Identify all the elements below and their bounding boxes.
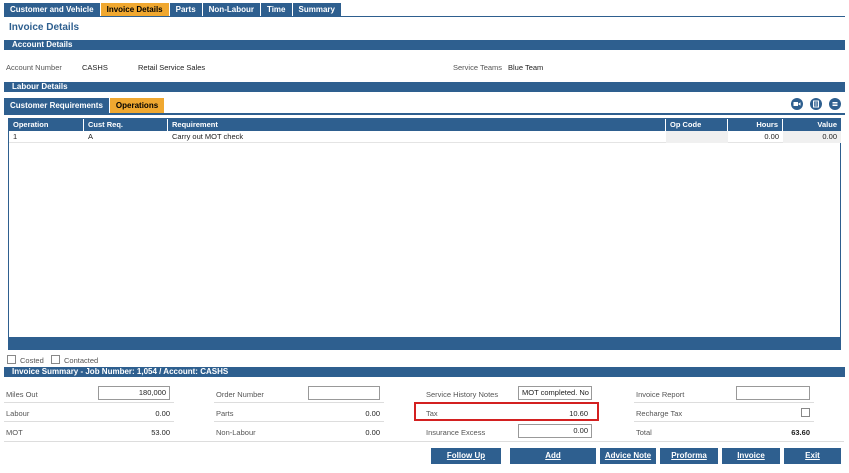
labour-label: Labour bbox=[6, 409, 30, 418]
non-labour-label: Non-Labour bbox=[216, 428, 256, 437]
table-row[interactable]: 1 A Carry out MOT check 0.00 0.00 bbox=[9, 131, 841, 143]
advice-note-button[interactable]: Advice Note bbox=[600, 448, 656, 464]
col-op-code[interactable]: Op Code bbox=[666, 119, 728, 131]
invoice-report-field[interactable] bbox=[736, 386, 810, 400]
labour-details-header: Labour Details bbox=[4, 82, 845, 92]
tab-underline bbox=[4, 16, 845, 17]
tax-highlight-box bbox=[414, 402, 599, 421]
cell-op-code bbox=[666, 131, 728, 143]
tab-operations[interactable]: Operations bbox=[109, 98, 166, 113]
labour-value: 0.00 bbox=[155, 409, 170, 418]
service-history-field[interactable]: MOT completed. No bbox=[518, 386, 592, 400]
cell-value: 0.00 bbox=[783, 131, 841, 143]
mot-label: MOT bbox=[6, 428, 23, 437]
row-divider bbox=[214, 421, 384, 422]
row-divider bbox=[634, 402, 814, 403]
col-operation[interactable]: Operation bbox=[9, 119, 84, 131]
tab-customer-and-vehicle[interactable]: Customer and Vehicle bbox=[4, 3, 101, 16]
tab-summary[interactable]: Summary bbox=[292, 3, 342, 16]
account-name-value: Retail Service Sales bbox=[138, 63, 206, 72]
total-label: Total bbox=[636, 428, 652, 437]
non-labour-value: 0.00 bbox=[365, 428, 380, 437]
mot-value: 53.00 bbox=[151, 428, 170, 437]
tab-parts[interactable]: Parts bbox=[169, 3, 203, 16]
tab-time[interactable]: Time bbox=[260, 3, 293, 16]
row-divider bbox=[634, 421, 814, 422]
operations-grid: Operation Cust Req. Requirement Op Code … bbox=[8, 118, 841, 350]
service-teams-label: Service Teams bbox=[453, 63, 503, 72]
total-value: 63.60 bbox=[791, 428, 810, 437]
order-number-field[interactable] bbox=[308, 386, 380, 400]
cell-operation: 1 bbox=[13, 132, 18, 141]
list-icon[interactable] bbox=[829, 98, 841, 110]
grid-header: Operation Cust Req. Requirement Op Code … bbox=[9, 119, 840, 131]
page-title: Invoice Details bbox=[9, 22, 80, 33]
parts-label: Parts bbox=[216, 409, 234, 418]
recharge-tax-checkbox[interactable] bbox=[801, 408, 810, 417]
tab-customer-requirements[interactable]: Customer Requirements bbox=[4, 98, 110, 113]
row-divider bbox=[4, 402, 174, 403]
miles-out-field[interactable]: 180,000 bbox=[98, 386, 170, 400]
insurance-excess-field[interactable]: 0.00 bbox=[518, 424, 592, 438]
grid-footer bbox=[9, 337, 840, 349]
add-button[interactable]: Add bbox=[510, 448, 596, 464]
insurance-excess-label: Insurance Excess bbox=[426, 428, 486, 437]
recharge-tax-label: Recharge Tax bbox=[636, 409, 683, 418]
col-value[interactable]: Value bbox=[783, 119, 841, 131]
cell-requirement: Carry out MOT check bbox=[172, 132, 244, 141]
row-divider bbox=[214, 402, 384, 403]
order-number-label: Order Number bbox=[216, 390, 264, 399]
row-divider bbox=[4, 421, 174, 422]
cell-cust-req: A bbox=[88, 132, 94, 141]
costed-label: Costed bbox=[20, 356, 44, 365]
sub-tab-underline bbox=[4, 113, 845, 115]
col-cust-req[interactable]: Cust Req. bbox=[84, 119, 168, 131]
exit-button[interactable]: Exit bbox=[784, 448, 841, 464]
invoice-summary-header: Invoice Summary - Job Number: 1,054 / Ac… bbox=[4, 367, 845, 377]
invoice-button[interactable]: Invoice bbox=[722, 448, 780, 464]
col-hours[interactable]: Hours bbox=[728, 119, 783, 131]
export-icon[interactable] bbox=[810, 98, 822, 110]
costed-checkbox[interactable] bbox=[7, 355, 16, 364]
tab-invoice-details[interactable]: Invoice Details bbox=[100, 3, 170, 16]
account-number-value: CASHS bbox=[82, 63, 108, 72]
service-teams-value: Blue Team bbox=[508, 63, 544, 72]
account-number-label: Account Number bbox=[6, 63, 62, 72]
summary-bottom-divider bbox=[4, 441, 844, 442]
contacted-checkbox[interactable] bbox=[51, 355, 60, 364]
contacted-label: Contacted bbox=[64, 356, 99, 365]
parts-value: 0.00 bbox=[365, 409, 380, 418]
labour-sub-tabs: Customer Requirements Operations bbox=[4, 98, 166, 113]
col-requirement[interactable]: Requirement bbox=[168, 119, 666, 131]
account-details-header: Account Details bbox=[4, 40, 845, 50]
service-history-label: Service History Notes bbox=[426, 390, 499, 399]
video-camera-icon[interactable] bbox=[791, 98, 803, 110]
cell-hours: 0.00 bbox=[764, 132, 779, 141]
miles-out-label: Miles Out bbox=[6, 390, 38, 399]
tab-non-labour[interactable]: Non-Labour bbox=[202, 3, 261, 16]
top-tab-bar: Customer and Vehicle Invoice Details Par… bbox=[4, 3, 342, 16]
follow-up-button[interactable]: Follow Up bbox=[431, 448, 501, 464]
invoice-report-label: Invoice Report bbox=[636, 390, 685, 399]
proforma-button[interactable]: Proforma bbox=[660, 448, 718, 464]
